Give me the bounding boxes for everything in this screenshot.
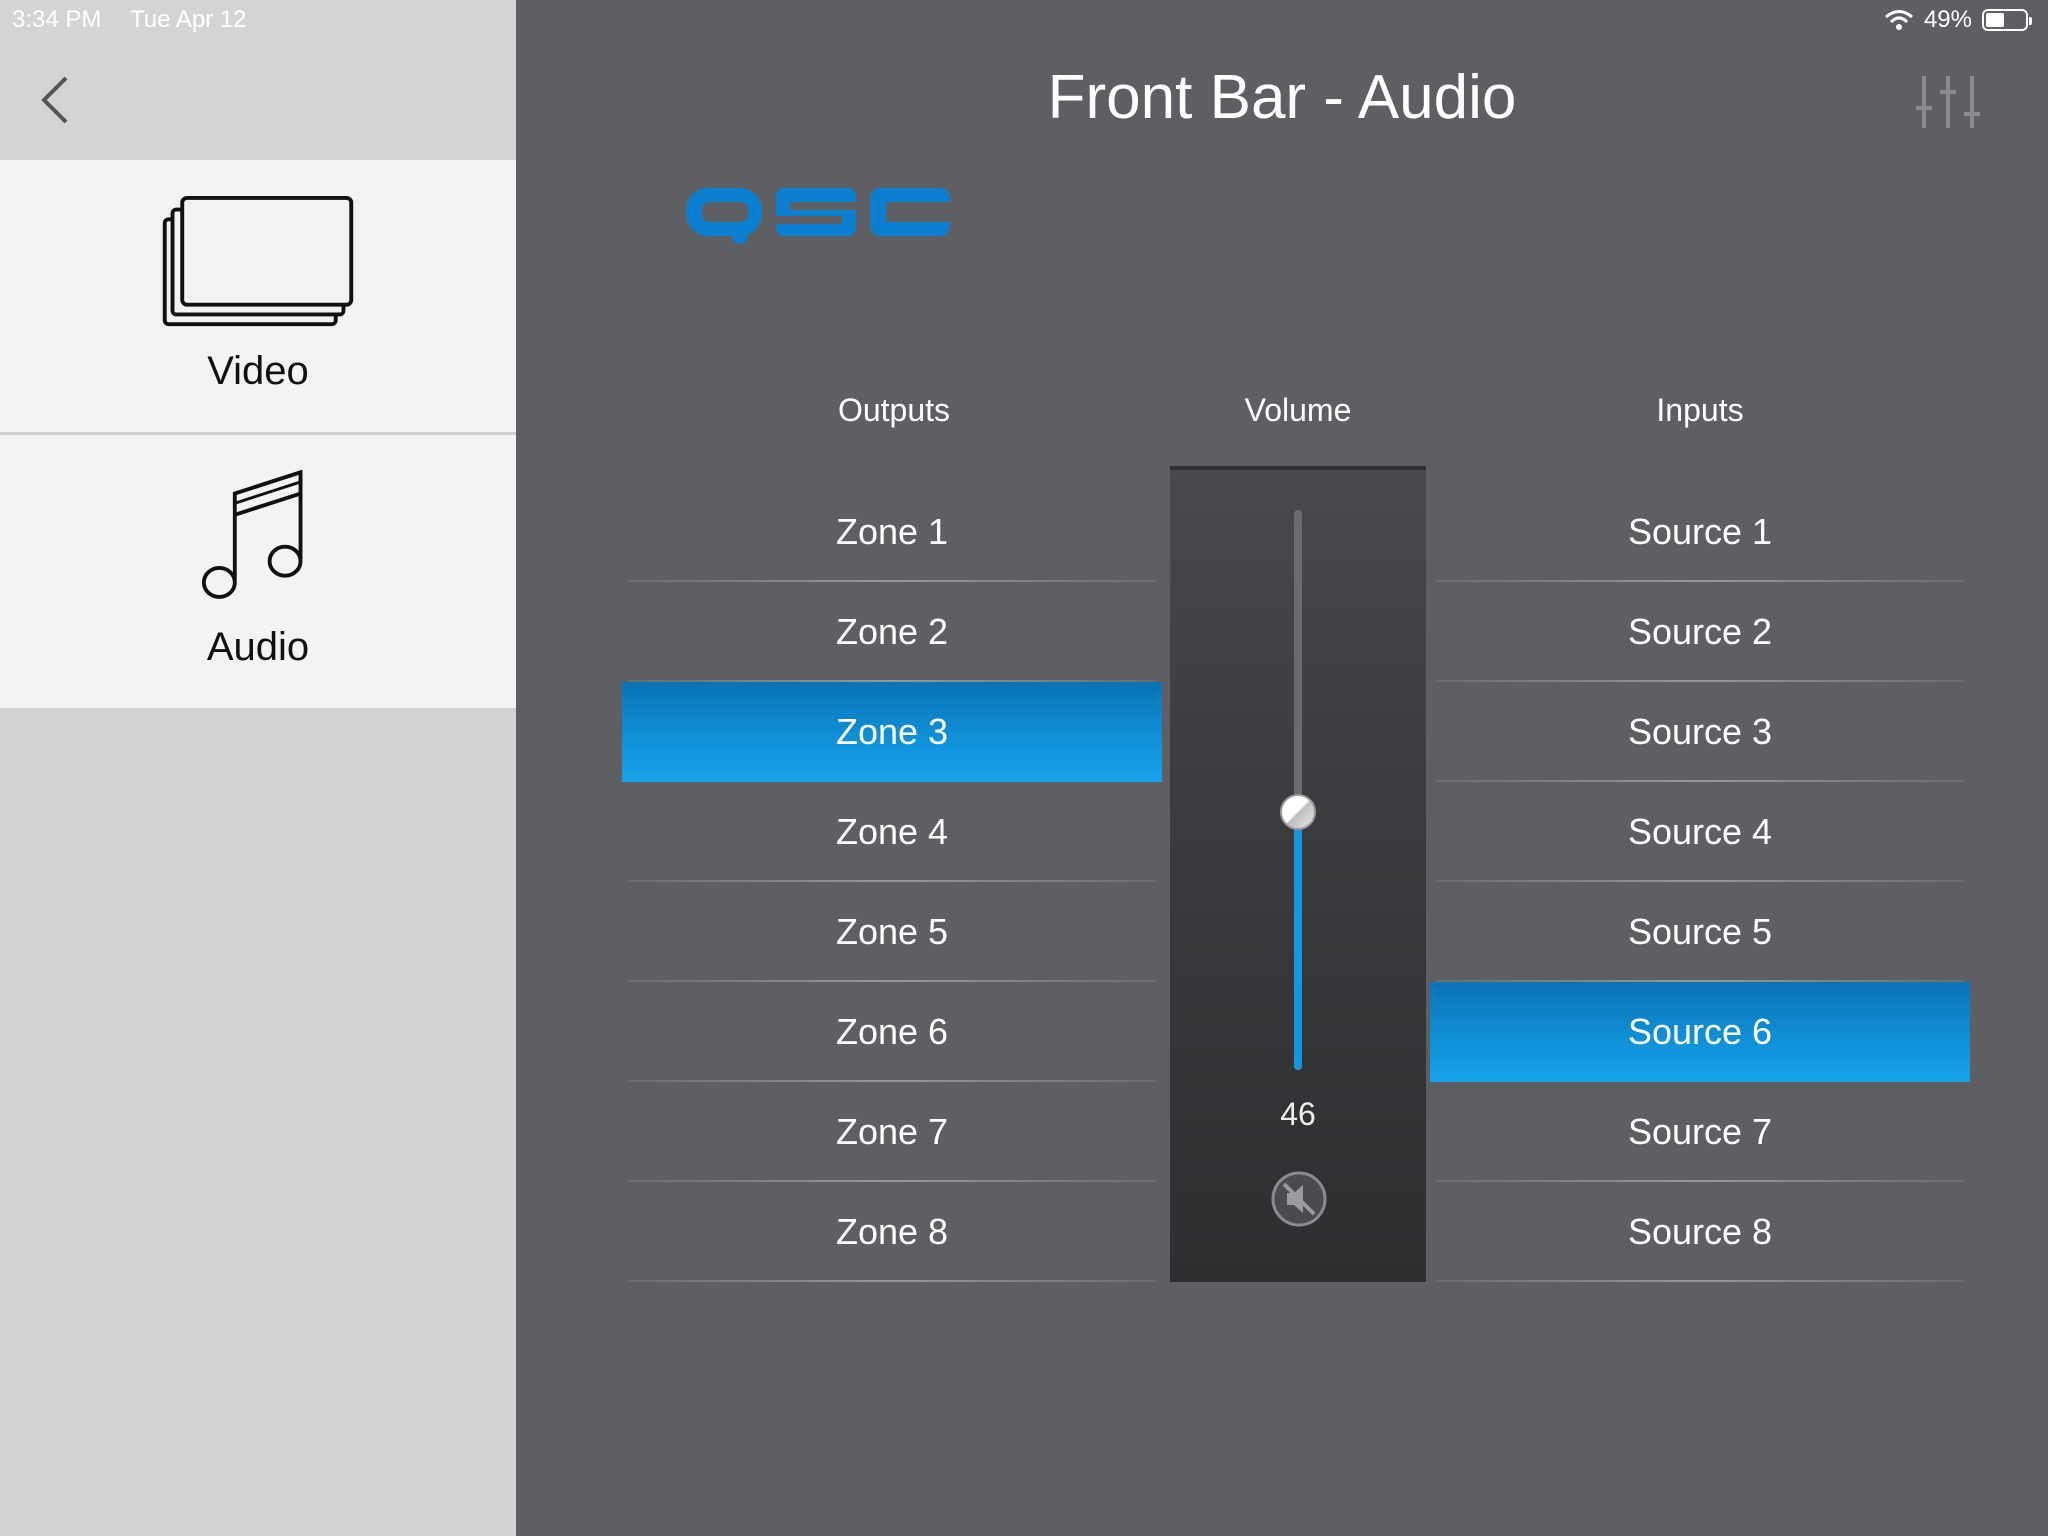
input-source-item[interactable]: Source 5 — [1430, 882, 1970, 982]
page-title: Front Bar - Audio — [1047, 63, 1517, 132]
output-zone-item[interactable]: Zone 4 — [622, 782, 1162, 882]
volume-value: 46 — [1280, 1096, 1316, 1132]
output-zone-item[interactable]: Zone 7 — [622, 1082, 1162, 1182]
wifi-icon — [1884, 10, 1913, 30]
input-source-item[interactable]: Source 6 — [1430, 982, 1970, 1082]
list-item-label: Source 8 — [1627, 1211, 1773, 1252]
input-source-item[interactable]: Source 2 — [1430, 582, 1970, 682]
qsc-logo — [686, 188, 950, 244]
output-zone-item[interactable]: Zone 3 — [622, 682, 1162, 782]
list-item-label: Zone 7 — [835, 1111, 949, 1152]
battery-icon — [1982, 9, 2032, 31]
input-source-item[interactable]: Source 7 — [1430, 1082, 1970, 1182]
list-item-label: Zone 5 — [835, 911, 949, 952]
input-source-item[interactable]: Source 8 — [1430, 1182, 1970, 1282]
output-zone-item[interactable]: Zone 5 — [622, 882, 1162, 982]
list-item-label: Zone 3 — [835, 711, 949, 752]
volume-slider-fill — [1294, 812, 1302, 1070]
list-item-label: Source 7 — [1627, 1111, 1773, 1152]
status-date: Tue Apr 12 — [130, 6, 247, 33]
mute-speaker-icon[interactable] — [1270, 1170, 1328, 1228]
inputs-header: Inputs — [1656, 392, 1744, 428]
video-stack-icon — [162, 195, 354, 327]
output-zone-item[interactable]: Zone 6 — [622, 982, 1162, 1082]
list-item-label: Source 5 — [1627, 911, 1773, 952]
output-zone-item[interactable]: Zone 1 — [622, 482, 1162, 582]
inputs-list: Source 1 Source 2 Source 3 Source 4 Source 5… — [1430, 482, 1970, 1282]
list-item-label: Zone 1 — [835, 511, 949, 552]
list-item-label: Source 6 — [1627, 1011, 1773, 1052]
list-item-label: Zone 8 — [835, 1211, 949, 1252]
list-item-label: Source 3 — [1627, 711, 1773, 752]
list-item-label: Source 4 — [1627, 811, 1773, 852]
volume-header: Volume — [1244, 392, 1352, 428]
music-note-icon — [201, 470, 303, 599]
list-item-label: Zone 4 — [835, 811, 949, 852]
list-item-label: Source 1 — [1627, 511, 1773, 552]
outputs-header: Outputs — [837, 392, 951, 428]
sidebar-item-label: Video — [207, 349, 309, 393]
sidebar-item-label: Audio — [206, 625, 310, 669]
sidebar-item-video[interactable]: Video — [0, 160, 516, 435]
sidebar-item-audio[interactable]: Audio — [0, 435, 516, 708]
volume-slider-track[interactable] — [1280, 510, 1316, 1070]
list-item-label: Zone 2 — [835, 611, 949, 652]
outputs-list: Zone 1 Zone 2 Zone 3 Zone 4 Zone 5 Zone 6 Zone… — [622, 482, 1162, 1282]
status-time: 3:34 PM — [12, 6, 102, 33]
status-bar: 3:34 PM Tue Apr 12 49% — [0, 0, 2048, 40]
battery-percent: 49% — [1923, 6, 1972, 33]
input-source-item[interactable]: Source 4 — [1430, 782, 1970, 882]
input-source-item[interactable]: Source 3 — [1430, 682, 1970, 782]
input-source-item[interactable]: Source 1 — [1430, 482, 1970, 582]
list-item-label: Source 2 — [1627, 611, 1773, 652]
mixer-settings-icon[interactable] — [1912, 74, 1984, 130]
list-item-label: Zone 6 — [835, 1011, 949, 1052]
volume-slider-thumb[interactable] — [1280, 794, 1316, 830]
output-zone-item[interactable]: Zone 2 — [622, 582, 1162, 682]
sidebar: Video Audio — [0, 0, 516, 1536]
status-right: 49% — [1884, 6, 2032, 34]
output-zone-item[interactable]: Zone 8 — [622, 1182, 1162, 1282]
volume-panel: 46 — [1170, 466, 1426, 1282]
back-chevron-icon[interactable] — [36, 70, 76, 130]
main-panel: Front Bar - Audio Outputs Volume Inputs … — [516, 0, 2048, 1536]
